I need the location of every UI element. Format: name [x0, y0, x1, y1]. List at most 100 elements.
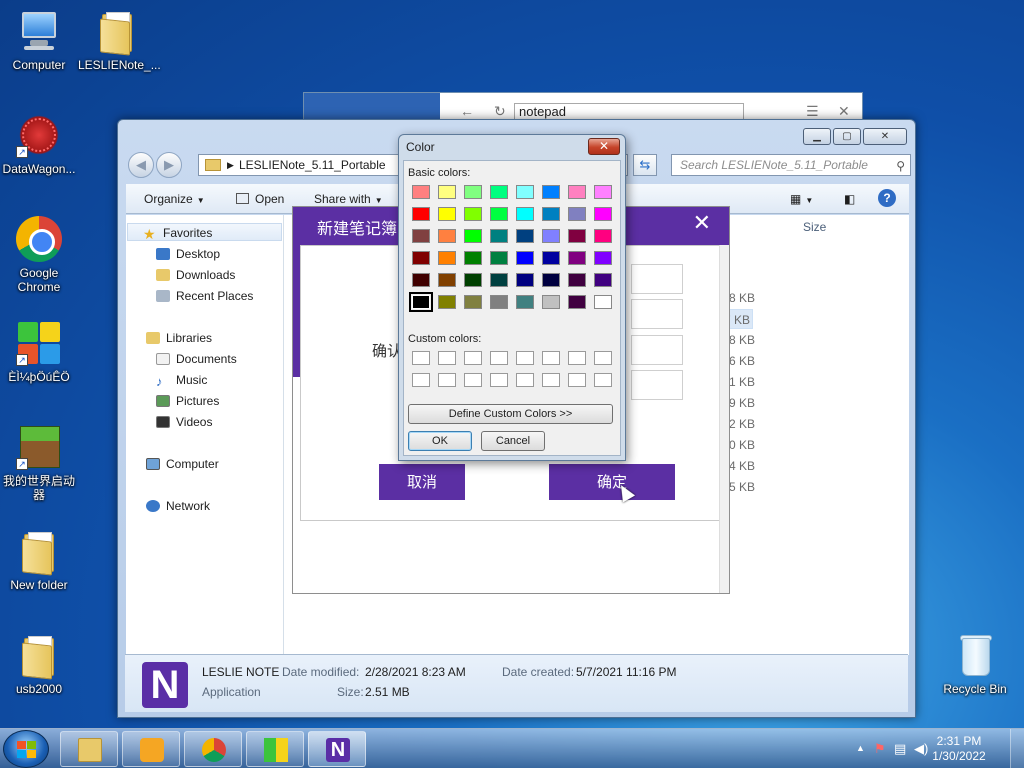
basic-color-swatch[interactable] — [412, 207, 430, 221]
custom-color-swatch[interactable] — [542, 351, 560, 365]
close-icon[interactable]: ✕ — [693, 211, 711, 236]
chevron-up-icon[interactable]: ▲ — [856, 743, 865, 753]
custom-color-swatch[interactable] — [464, 373, 482, 387]
basic-color-swatch[interactable] — [516, 207, 534, 221]
custom-color-swatch[interactable] — [490, 373, 508, 387]
basic-color-swatch[interactable] — [568, 295, 586, 309]
breadcrumb[interactable]: LESLIENote_5.11_Portable — [239, 158, 386, 172]
desktop-icon-minecraft-launcher[interactable]: ↗ 我的世界启动器 — [0, 424, 78, 502]
basic-color-swatch[interactable] — [412, 229, 430, 243]
ok-button[interactable]: OK — [408, 431, 472, 451]
network-icon[interactable]: ▤ — [894, 741, 906, 757]
desktop-icon-usb2000[interactable]: usb2000 — [0, 632, 78, 696]
cancel-button[interactable]: 取消 — [379, 464, 465, 500]
basic-color-swatch[interactable] — [516, 273, 534, 287]
custom-color-swatch[interactable] — [412, 373, 430, 387]
background-window[interactable]: ← ↻ notepad ☰ ✕ — [303, 92, 863, 123]
basic-color-swatch[interactable] — [490, 273, 508, 287]
nav-favorites[interactable]: ★ Favorites — [127, 223, 282, 242]
custom-color-swatch[interactable] — [464, 351, 482, 365]
custom-color-swatch[interactable] — [438, 351, 456, 365]
taskbar-leslie-note[interactable]: N — [308, 731, 366, 767]
custom-color-swatch[interactable] — [568, 351, 586, 365]
basic-color-swatch[interactable] — [412, 185, 430, 199]
basic-color-swatch[interactable] — [594, 207, 612, 221]
basic-color-swatch[interactable] — [490, 251, 508, 265]
custom-color-swatch[interactable] — [594, 373, 612, 387]
basic-color-swatch[interactable] — [412, 273, 430, 287]
description-field[interactable] — [631, 370, 683, 400]
basic-color-swatch[interactable] — [594, 251, 612, 265]
basic-color-swatch[interactable] — [464, 207, 482, 221]
basic-color-swatch[interactable] — [594, 295, 612, 309]
basic-color-swatch[interactable] — [516, 229, 534, 243]
back-arrow-icon[interactable]: ← — [460, 103, 474, 119]
column-header-size[interactable]: Size — [803, 220, 826, 234]
open-button[interactable]: Open — [236, 192, 284, 206]
basic-color-swatch[interactable] — [516, 295, 534, 309]
taskbar-explorer[interactable] — [60, 731, 118, 767]
basic-color-swatch[interactable] — [490, 185, 508, 199]
preview-pane-button[interactable]: ◧ — [844, 192, 855, 206]
basic-color-swatch[interactable] — [490, 229, 508, 243]
basic-color-swatch[interactable] — [542, 273, 560, 287]
basic-color-swatch[interactable] — [409, 292, 433, 312]
nav-network[interactable]: Network — [146, 497, 210, 515]
basic-color-swatch[interactable] — [542, 207, 560, 221]
basic-color-swatch[interactable] — [568, 273, 586, 287]
basic-color-swatch[interactable] — [594, 273, 612, 287]
minimize-button[interactable]: ▁ — [803, 128, 831, 145]
desktop-icon-chrome[interactable]: Google Chrome — [0, 216, 78, 294]
vertical-scrollbar[interactable] — [719, 245, 729, 593]
custom-color-swatch[interactable] — [568, 373, 586, 387]
custom-color-swatch[interactable] — [438, 373, 456, 387]
nav-recent-places[interactable]: Recent Places — [156, 287, 253, 305]
basic-color-swatch[interactable] — [594, 229, 612, 243]
start-button[interactable] — [3, 730, 49, 768]
nav-computer[interactable]: Computer — [146, 455, 219, 473]
basic-color-swatch[interactable] — [568, 185, 586, 199]
desktop-icon-lesilenote-folder[interactable]: LESLIENote_... — [78, 8, 161, 72]
confirm-button[interactable]: 确定 — [549, 464, 675, 500]
basic-color-swatch[interactable] — [438, 273, 456, 287]
search-input[interactable]: Search LESLIENote_5.11_Portable ⚲ — [671, 154, 911, 176]
basic-color-swatch[interactable] — [464, 295, 482, 309]
basic-color-swatch[interactable] — [464, 229, 482, 243]
desktop-icon-new-folder[interactable]: New folder — [0, 528, 78, 592]
define-custom-colors-button[interactable]: Define Custom Colors >> — [408, 404, 613, 424]
color-dialog[interactable]: Color ✕ Basic colors: Custom colors: Def… — [398, 134, 626, 461]
nav-documents[interactable]: Documents — [156, 350, 237, 368]
forward-button[interactable]: ▶ — [156, 152, 182, 178]
custom-color-swatch[interactable] — [516, 373, 534, 387]
custom-color-swatch[interactable] — [490, 351, 508, 365]
nav-music[interactable]: ♪ Music — [156, 371, 207, 389]
password-field[interactable] — [631, 299, 683, 329]
basic-color-swatch[interactable] — [438, 207, 456, 221]
basic-color-swatch[interactable] — [568, 229, 586, 243]
taskbar-chrome[interactable] — [184, 731, 242, 767]
menu-icon[interactable]: ☰ — [806, 103, 819, 120]
organize-menu[interactable]: Organize ▼ — [144, 192, 205, 206]
taskbar-tiles-app[interactable] — [246, 731, 304, 767]
show-desktop-button[interactable] — [1010, 729, 1024, 768]
basic-color-swatch[interactable] — [516, 185, 534, 199]
basic-color-swatch[interactable] — [464, 185, 482, 199]
custom-color-swatch[interactable] — [412, 351, 430, 365]
nav-downloads[interactable]: Downloads — [156, 266, 235, 284]
action-center-icon[interactable]: ⚑ — [874, 741, 886, 757]
nav-libraries[interactable]: Libraries — [146, 329, 212, 347]
custom-color-swatch[interactable] — [542, 373, 560, 387]
clock[interactable]: 2:31 PM 1/30/2022 — [924, 734, 994, 764]
basic-color-swatch[interactable] — [438, 185, 456, 199]
nav-desktop[interactable]: Desktop — [156, 245, 220, 263]
basic-color-swatch[interactable] — [568, 251, 586, 265]
basic-color-swatch[interactable] — [542, 185, 560, 199]
desktop-icon-datawagon[interactable]: ↗ DataWagon... — [0, 112, 78, 176]
basic-color-swatch[interactable] — [438, 229, 456, 243]
basic-color-swatch[interactable] — [464, 251, 482, 265]
basic-color-swatch[interactable] — [464, 273, 482, 287]
search-icon[interactable]: ⚲ — [896, 156, 905, 176]
help-icon[interactable]: ? — [878, 189, 896, 207]
refresh-icon[interactable]: ↻ — [494, 103, 506, 120]
desktop-icon-recycle-bin[interactable]: Recycle Bin — [936, 632, 1014, 696]
